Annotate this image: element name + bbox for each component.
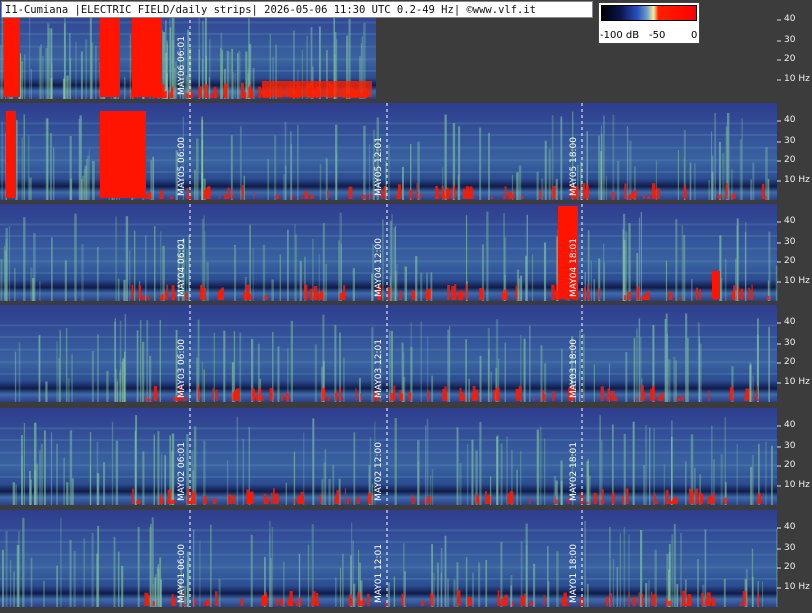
axis-tick-label: 20 [784,54,796,64]
colorbar-label-min: -100 dB [600,30,640,41]
spectrogram-strip [0,510,812,610]
time-marker-label: MAY04 06:01 [177,238,187,297]
time-marker-label: MAY05 12:01 [374,137,384,196]
axis-tick-label: 10 Hz [784,377,810,387]
axis-tick-label: 20 [784,562,796,572]
axis-tick-label: 20 [784,256,796,266]
axis-tick-label: 30 [784,136,796,146]
time-marker-label: MAY06 06:01 [177,36,187,95]
time-marker-label: MAY01 18:00 [569,544,579,603]
time-marker-label: MAY04 12:00 [374,238,384,297]
time-marker-label: MAY03 12:01 [374,339,384,398]
axis-tick-label: 40 [784,115,796,125]
axis-tick-label: 20 [784,460,796,470]
spectrogram-plot [0,0,812,613]
axis-tick-label: 10 Hz [784,480,810,490]
time-marker-label: MAY03 18:00 [569,339,579,398]
axis-tick-label: 20 [784,357,796,367]
axis-tick-label: 20 [784,155,796,165]
axis-tick-label: 30 [784,338,796,348]
axis-tick-label: 30 [784,543,796,553]
spectrogram-strip [0,408,812,508]
spectrogram-strip [0,305,812,405]
colorbar-label-mid: -50 [649,30,666,41]
spectrogram-strip [0,204,812,304]
axis-tick-label: 40 [784,317,796,327]
colorbar: -100 dB -50 0 [598,2,700,44]
time-marker-label: MAY01 12:01 [374,544,384,603]
page-title: I1-Cumiana |ELECTRIC FIELD/daily strips|… [5,4,537,16]
axis-tick-label: 30 [784,35,796,45]
time-marker-label: MAY05 06:00 [177,137,187,196]
axis-tick-label: 30 [784,441,796,451]
axis-tick-label: 10 Hz [784,276,810,286]
colorbar-label-max: 0 [691,30,698,41]
time-marker-label: MAY02 18:01 [569,442,579,501]
spectrogram-page: I1-Cumiana |ELECTRIC FIELD/daily strips|… [0,0,812,613]
spectrogram-strip [0,103,812,203]
axis-tick-label: 40 [784,14,796,24]
time-marker-label: MAY03 06:00 [177,339,187,398]
axis-tick-label: 10 Hz [784,74,810,84]
title-bar: I1-Cumiana |ELECTRIC FIELD/daily strips|… [1,1,593,18]
time-marker-label: MAY01 06:00 [177,544,187,603]
axis-tick-label: 40 [784,420,796,430]
time-marker-label: MAY02 12:00 [374,442,384,501]
axis-tick-label: 40 [784,216,796,226]
time-marker-label: MAY02 06:01 [177,442,187,501]
axis-tick-label: 30 [784,237,796,247]
axis-tick-label: 10 Hz [784,582,810,592]
colorbar-gradient [601,5,697,21]
time-marker-label: MAY04 18:01 [569,238,579,297]
axis-tick-label: 10 Hz [784,175,810,185]
time-marker-label: MAY05 18:00 [569,137,579,196]
axis-tick-label: 40 [784,522,796,532]
